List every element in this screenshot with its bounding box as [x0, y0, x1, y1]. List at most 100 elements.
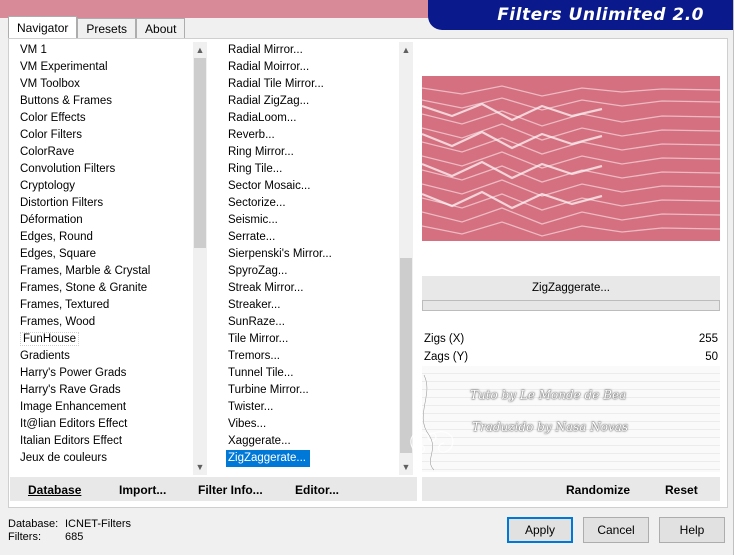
filter-item[interactable]: Serrate...	[222, 229, 414, 246]
category-item[interactable]: It@lian Editors Effect	[11, 416, 207, 433]
left-action-bar: Database Import... Filter Info... Editor…	[10, 477, 417, 501]
category-item[interactable]: VM Toolbox	[11, 76, 207, 93]
filter-label: Ring Mirror...	[228, 146, 294, 158]
filter-item[interactable]: Sierpenski's Mirror...	[222, 246, 414, 263]
filter-label: Sectorize...	[228, 197, 286, 209]
app-title: Filters Unlimited 2.0	[497, 5, 704, 25]
scroll-thumb[interactable]	[194, 58, 206, 248]
filter-label: Twister...	[228, 401, 274, 413]
filter-item[interactable]: Ring Tile...	[222, 161, 414, 178]
category-item[interactable]: Buttons & Frames	[11, 93, 207, 110]
filter-label: Xaggerate...	[228, 435, 291, 447]
category-item[interactable]: ColorRave	[11, 144, 207, 161]
category-label: Color Filters	[20, 129, 82, 141]
filter-label: Sierpenski's Mirror...	[228, 248, 332, 260]
filter-item[interactable]: Streak Mirror...	[222, 280, 414, 297]
filter-item[interactable]: Streaker...	[222, 297, 414, 314]
filter-item[interactable]: Radial Moirror...	[222, 59, 414, 76]
filter-item[interactable]: SpyroZag...	[222, 263, 414, 280]
filter-label: Radial Tile Mirror...	[228, 78, 324, 90]
help-button[interactable]: Help	[659, 517, 725, 543]
filter-item[interactable]: Tremors...	[222, 348, 414, 365]
param-value: 255	[698, 333, 718, 345]
filter-item[interactable]: Reverb...	[222, 127, 414, 144]
category-item[interactable]: Distortion Filters	[11, 195, 207, 212]
parameter-panel: Zigs (X) 255 Zags (Y) 50	[422, 330, 720, 366]
tab-presets[interactable]: Presets	[77, 18, 137, 38]
param-zags[interactable]: Zags (Y) 50	[422, 348, 720, 366]
apply-button[interactable]: Apply	[507, 517, 573, 543]
category-label: Frames, Wood	[20, 316, 96, 328]
category-label: ColorRave	[20, 146, 75, 158]
filter-label: SpyroZag...	[228, 265, 288, 277]
filter-item[interactable]: Radial Mirror...	[222, 42, 414, 59]
param-zigs[interactable]: Zigs (X) 255	[422, 330, 720, 348]
category-item[interactable]: Color Effects	[11, 110, 207, 127]
filter-item[interactable]: Sectorize...	[222, 195, 414, 212]
param-value: 50	[705, 351, 718, 363]
scroll-up-icon[interactable]: ▲	[193, 42, 207, 58]
tab-about[interactable]: About	[136, 18, 186, 38]
filter-info-button[interactable]: Filter Info...	[198, 477, 263, 501]
filter-item[interactable]: Tile Mirror...	[222, 331, 414, 348]
cancel-button[interactable]: Cancel	[583, 517, 649, 543]
current-filter-name: ZigZaggerate...	[422, 276, 720, 300]
filter-item[interactable]: SunRaze...	[222, 314, 414, 331]
filter-item[interactable]: Xaggerate...	[222, 433, 414, 450]
filter-item[interactable]: Seismic...	[222, 212, 414, 229]
filter-label: Seismic...	[228, 214, 278, 226]
filter-label: Ring Tile...	[228, 163, 283, 175]
filter-item[interactable]: Sector Mosaic...	[222, 178, 414, 195]
param-label: Zigs (X)	[424, 333, 465, 345]
category-label: FunHouse	[20, 332, 80, 346]
filter-label: Streak Mirror...	[228, 282, 304, 294]
scroll-down-icon[interactable]: ▼	[193, 459, 207, 475]
category-item[interactable]: FunHouse	[11, 331, 207, 348]
database-button[interactable]: Database	[28, 477, 81, 501]
import-button[interactable]: Import...	[119, 477, 166, 501]
category-item[interactable]: VM Experimental	[11, 59, 207, 76]
category-item[interactable]: Image Enhancement	[11, 399, 207, 416]
progress-bar	[422, 300, 720, 311]
category-item[interactable]: Harry's Power Grads	[11, 365, 207, 382]
filter-label: Tremors...	[228, 350, 280, 362]
category-item[interactable]: VM 1	[11, 42, 207, 59]
category-list[interactable]: VM 1 VM Experimental VM Toolbox Buttons & F…	[11, 42, 207, 475]
category-item[interactable]: Frames, Stone & Granite	[11, 280, 207, 297]
category-item[interactable]: Edges, Square	[11, 246, 207, 263]
tab-strip: Navigator Presets About	[8, 16, 186, 38]
category-item[interactable]: Cryptology	[11, 178, 207, 195]
category-item[interactable]: Color Filters	[11, 127, 207, 144]
filter-item[interactable]: Twister...	[222, 399, 414, 416]
filter-item[interactable]: Vibes...	[222, 416, 414, 433]
category-item[interactable]: Jeux de couleurs	[11, 450, 207, 467]
category-item[interactable]: Frames, Marble & Crystal	[11, 263, 207, 280]
filter-item[interactable]: Radial ZigZag...	[222, 93, 414, 110]
filter-item[interactable]: ZigZaggerate...	[222, 450, 414, 467]
reset-button[interactable]: Reset	[665, 477, 698, 501]
randomize-button[interactable]: Randomize	[566, 477, 630, 501]
category-item[interactable]: Harry's Rave Grads	[11, 382, 207, 399]
category-item[interactable]: Frames, Textured	[11, 297, 207, 314]
category-label: Frames, Stone & Granite	[20, 282, 148, 294]
filter-item[interactable]: Radial Tile Mirror...	[222, 76, 414, 93]
param-label: Zags (Y)	[424, 351, 469, 363]
filter-label: Serrate...	[228, 231, 276, 243]
scroll-up-icon[interactable]: ▲	[399, 42, 413, 58]
category-item[interactable]: Italian Editors Effect	[11, 433, 207, 450]
filter-list[interactable]: Radial Mirror... Radial Moirror... Radial …	[222, 42, 414, 475]
filter-item[interactable]: RadiaLoom...	[222, 110, 414, 127]
category-item[interactable]: Convolution Filters	[11, 161, 207, 178]
filter-item[interactable]: Ring Mirror...	[222, 144, 414, 161]
editor-button[interactable]: Editor...	[295, 477, 339, 501]
category-item[interactable]: Déformation	[11, 212, 207, 229]
category-item[interactable]: Frames, Wood	[11, 314, 207, 331]
filter-item[interactable]: Turbine Mirror...	[222, 382, 414, 399]
category-scrollbar[interactable]: ▲ ▼	[193, 42, 207, 475]
filter-label: Reverb...	[228, 129, 275, 141]
tab-navigator[interactable]: Navigator	[8, 16, 78, 38]
category-item[interactable]: Gradients	[11, 348, 207, 365]
filter-item[interactable]: Tunnel Tile...	[222, 365, 414, 382]
category-label: Déformation	[20, 214, 83, 226]
category-item[interactable]: Edges, Round	[11, 229, 207, 246]
